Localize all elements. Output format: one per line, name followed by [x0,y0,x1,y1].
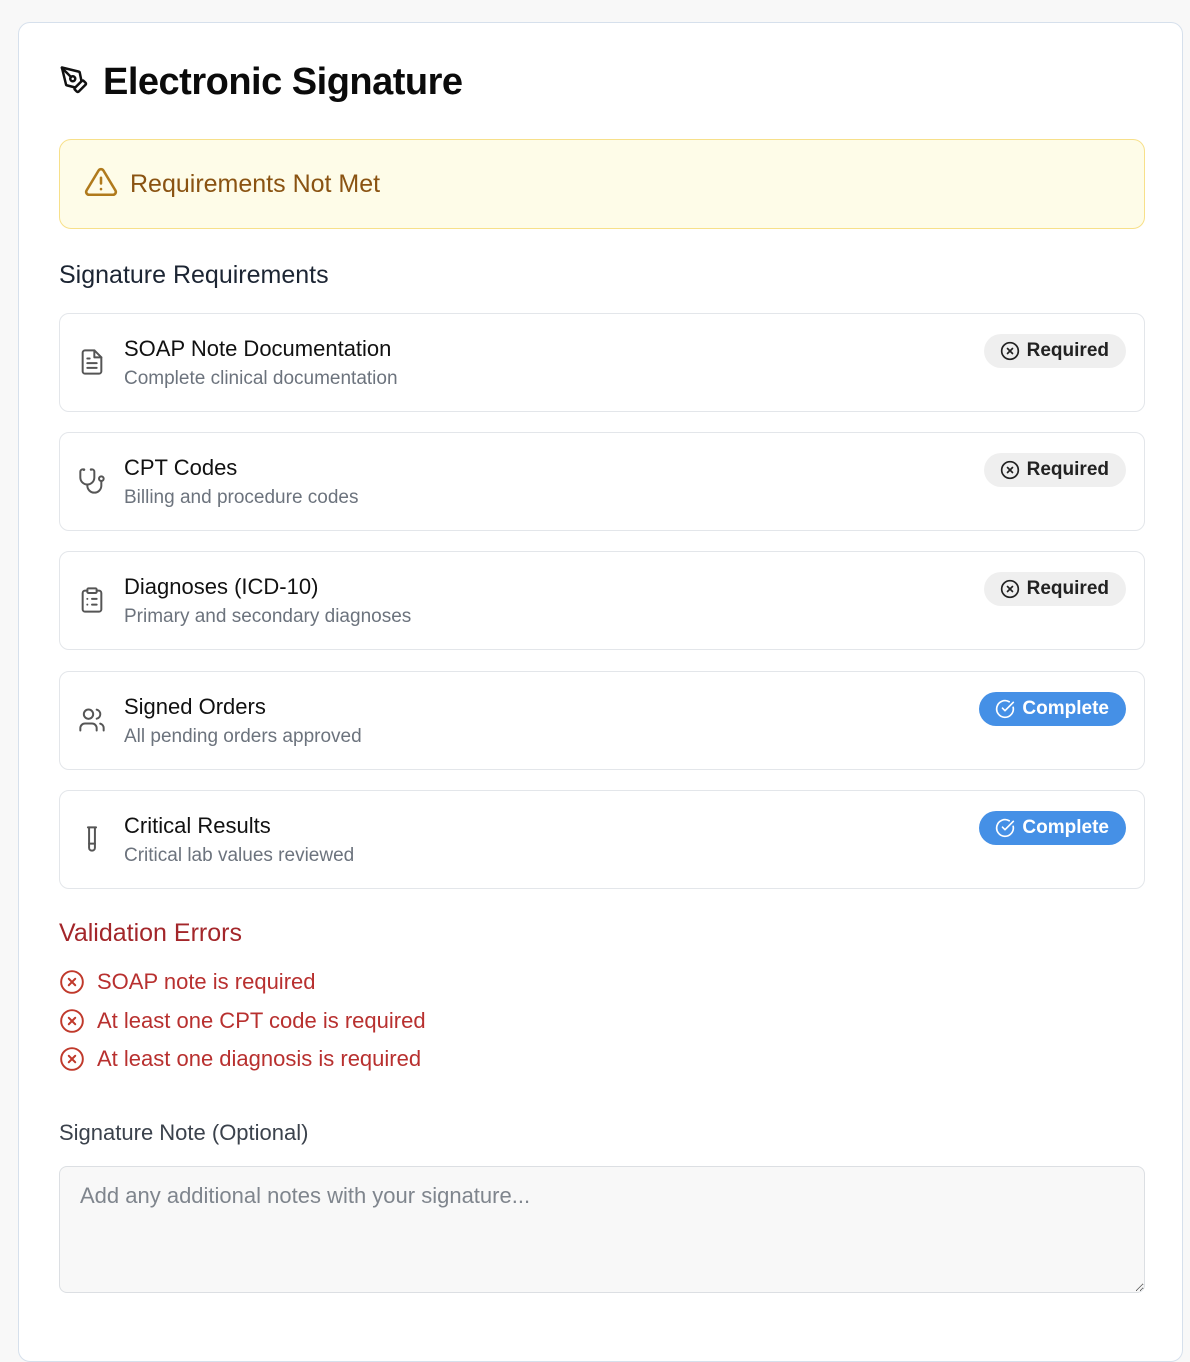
status-badge-label: Required [1026,459,1109,480]
signature-note-label: Signature Note (Optional) [59,1120,309,1145]
requirement-name: Critical Results [124,813,271,838]
pen-tool-icon [59,65,103,100]
validation-error: At least one diagnosis is required [59,1046,421,1072]
x-circle-icon [60,1009,84,1033]
x-circle-icon [60,1047,84,1071]
document-icon [78,348,106,376]
stethoscope-icon [78,467,106,495]
x-circle-icon [1000,579,1019,599]
requirement-description: Critical lab values reviewed [124,845,355,866]
requirements-heading: Signature Requirements [59,261,329,289]
requirement-diagnoses: Diagnoses (ICD-10) Primary and secondary… [59,551,1145,650]
clipboard-list-icon [78,586,106,614]
validation-error-text: At least one diagnosis is required [97,1046,422,1071]
alert-text: Requirements Not Met [130,169,381,198]
status-badge: Required [983,334,1126,368]
status-badge-label: Complete [1022,698,1109,719]
requirement-description: All pending orders approved [124,726,362,747]
page-title: Electronic Signature [103,61,463,103]
status-badge-label: Required [1026,578,1109,599]
users-icon [78,706,106,734]
requirement-description: Billing and procedure codes [124,487,359,508]
validation-error: SOAP note is required [59,969,316,995]
requirement-description: Primary and secondary diagnoses [124,606,412,627]
requirement-critical-results: Critical Results Critical lab values rev… [59,790,1145,889]
validation-error-text: SOAP note is required [97,969,316,994]
requirement-cpt-codes: CPT Codes Billing and procedure codes Re… [59,432,1145,531]
status-badge: Required [983,572,1126,606]
header: Electronic Signature [59,61,463,104]
x-circle-icon [60,970,84,994]
validation-errors-heading: Validation Errors [59,919,242,947]
signature-note-input[interactable] [59,1166,1145,1293]
requirement-name: Signed Orders [124,694,266,719]
check-circle-icon [996,699,1015,719]
warning-triangle-icon [84,165,130,204]
validation-error-text: At least one CPT code is required [97,1008,426,1033]
test-tube-icon [78,825,106,853]
x-circle-icon [1000,341,1019,361]
x-circle-icon [1000,460,1019,480]
status-badge: Complete [979,811,1126,845]
status-badge: Complete [979,692,1126,726]
requirement-description: Complete clinical documentation [124,368,398,389]
electronic-signature-card: Electronic Signature Requirements Not Me… [18,22,1183,1362]
requirement-name: Diagnoses (ICD-10) [124,574,319,599]
requirement-name: SOAP Note Documentation [124,336,392,361]
requirement-name: CPT Codes [124,455,238,480]
requirement-soap-note: SOAP Note Documentation Complete clinica… [59,313,1145,412]
check-circle-icon [996,818,1015,838]
requirement-signed-orders: Signed Orders All pending orders approve… [59,671,1145,770]
status-badge-label: Required [1026,340,1109,361]
status-badge-label: Complete [1022,817,1109,838]
requirements-alert: Requirements Not Met [59,139,1145,229]
validation-error: At least one CPT code is required [59,1008,426,1034]
status-badge: Required [983,453,1126,487]
